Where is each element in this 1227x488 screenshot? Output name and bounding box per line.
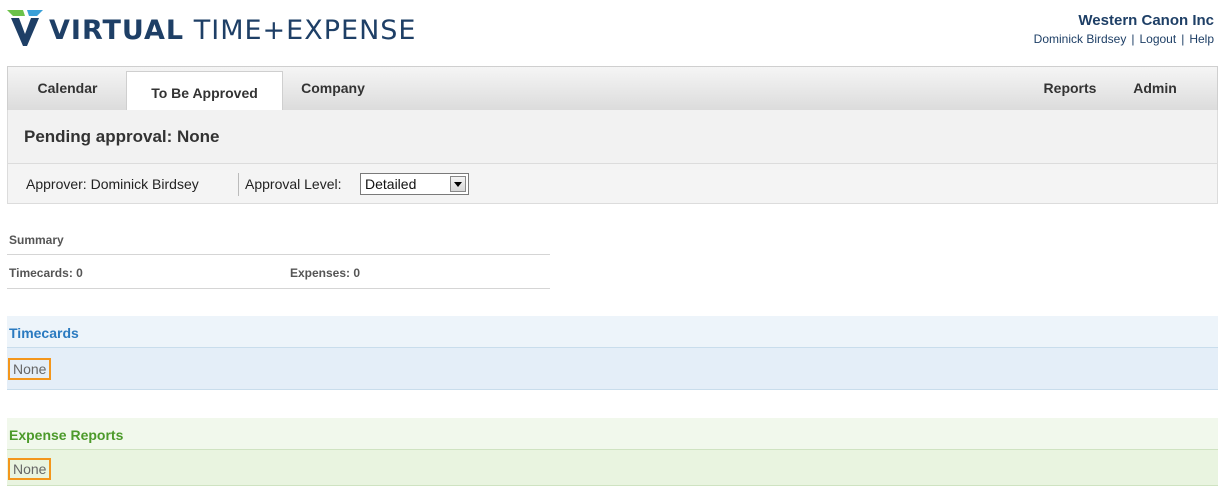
- help-link[interactable]: Help: [1189, 32, 1214, 46]
- v-logo-icon: [7, 8, 43, 53]
- link-separator: |: [1131, 32, 1135, 46]
- tab-company[interactable]: Company: [283, 67, 383, 110]
- timecards-count: Timecards: 0: [9, 266, 83, 280]
- approval-level-label: Approval Level:: [245, 176, 342, 192]
- timecards-title: Timecards: [7, 316, 1218, 348]
- filter-bar: Approver: Dominick Birdsey Approval Leve…: [7, 163, 1218, 204]
- timecards-body: None: [7, 348, 1218, 390]
- timecards-empty-label: None: [8, 358, 52, 380]
- logo-brand: VIRTUAL: [49, 14, 185, 46]
- chevron-down-icon[interactable]: [450, 176, 466, 192]
- logout-link[interactable]: Logout: [1139, 32, 1176, 46]
- expense-reports-section: Expense Reports None: [7, 418, 1218, 486]
- summary-row: Timecards: 0 Expenses: 0: [7, 255, 550, 289]
- summary-panel: Summary Timecards: 0 Expenses: 0: [7, 224, 550, 289]
- tab-to-be-approved[interactable]: To Be Approved: [126, 71, 283, 111]
- page-header: Pending approval: None: [7, 110, 1218, 163]
- page-title: Pending approval: None: [24, 127, 220, 146]
- approval-level-select[interactable]: Detailed: [360, 173, 469, 195]
- account-area: Western Canon Inc Dominick Birdsey | Logou…: [1034, 12, 1214, 46]
- expense-reports-title: Expense Reports: [7, 418, 1218, 450]
- company-name: Western Canon Inc: [1078, 12, 1214, 29]
- logo-text: VIRTUAL TIME+EXPENSE: [49, 15, 416, 46]
- expense-reports-empty-label: None: [8, 458, 52, 480]
- user-links: Dominick Birdsey | Logout | Help: [1034, 32, 1214, 46]
- tab-admin[interactable]: Admin: [1120, 67, 1190, 110]
- approver-label: Approver: Dominick Birdsey: [26, 176, 199, 192]
- expense-reports-body: None: [7, 450, 1218, 486]
- filter-divider: [238, 173, 239, 196]
- logo[interactable]: VIRTUAL TIME+EXPENSE: [7, 8, 416, 52]
- tab-reports[interactable]: Reports: [1034, 67, 1106, 110]
- timecards-section: Timecards None: [7, 316, 1218, 390]
- tab-calendar[interactable]: Calendar: [8, 67, 127, 110]
- link-separator: |: [1181, 32, 1185, 46]
- summary-title: Summary: [7, 224, 550, 255]
- main-nav: Calendar To Be Approved Company Reports …: [7, 66, 1218, 111]
- user-name-link[interactable]: Dominick Birdsey: [1034, 32, 1127, 46]
- app-header: VIRTUAL TIME+EXPENSE Western Canon Inc D…: [0, 0, 1227, 66]
- approval-level-value: Detailed: [365, 176, 417, 192]
- logo-product: TIME+EXPENSE: [193, 14, 417, 46]
- expenses-count: Expenses: 0: [290, 266, 361, 280]
